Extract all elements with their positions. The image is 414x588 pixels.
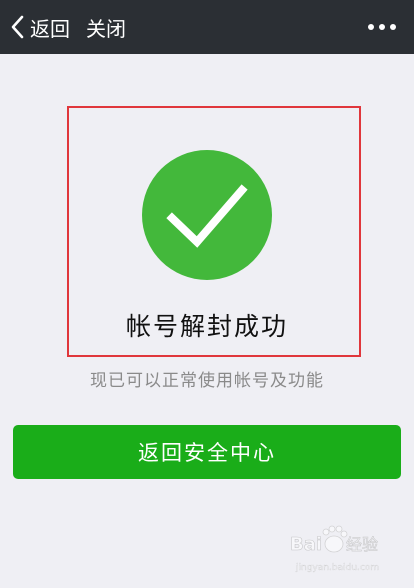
checkmark-circle-icon bbox=[142, 150, 272, 280]
success-title: 帐号解封成功 bbox=[125, 312, 288, 341]
more-dots-icon[interactable] bbox=[368, 0, 396, 54]
svg-text:jingyan.baidu.com: jingyan.baidu.com bbox=[295, 563, 379, 573]
more-dot bbox=[379, 24, 385, 30]
success-description: 现已可以正常使用帐号及功能 bbox=[90, 371, 324, 391]
svg-text:经验: 经验 bbox=[346, 535, 378, 554]
chevron-left-icon bbox=[10, 15, 24, 39]
return-security-center-button[interactable]: 返回安全中心 bbox=[13, 425, 401, 479]
close-button[interactable]: 关闭 bbox=[86, 0, 126, 54]
more-dot bbox=[390, 24, 396, 30]
back-label: 返回 bbox=[30, 16, 70, 41]
svg-text:Bai: Bai bbox=[290, 534, 322, 555]
baidu-jingyan-watermark: Bai 经验 jingyan.baidu.com bbox=[282, 522, 392, 576]
back-button[interactable]: 返回 bbox=[10, 0, 70, 54]
more-dot bbox=[368, 24, 374, 30]
navigation-bar: 返回 关闭 bbox=[0, 0, 414, 54]
